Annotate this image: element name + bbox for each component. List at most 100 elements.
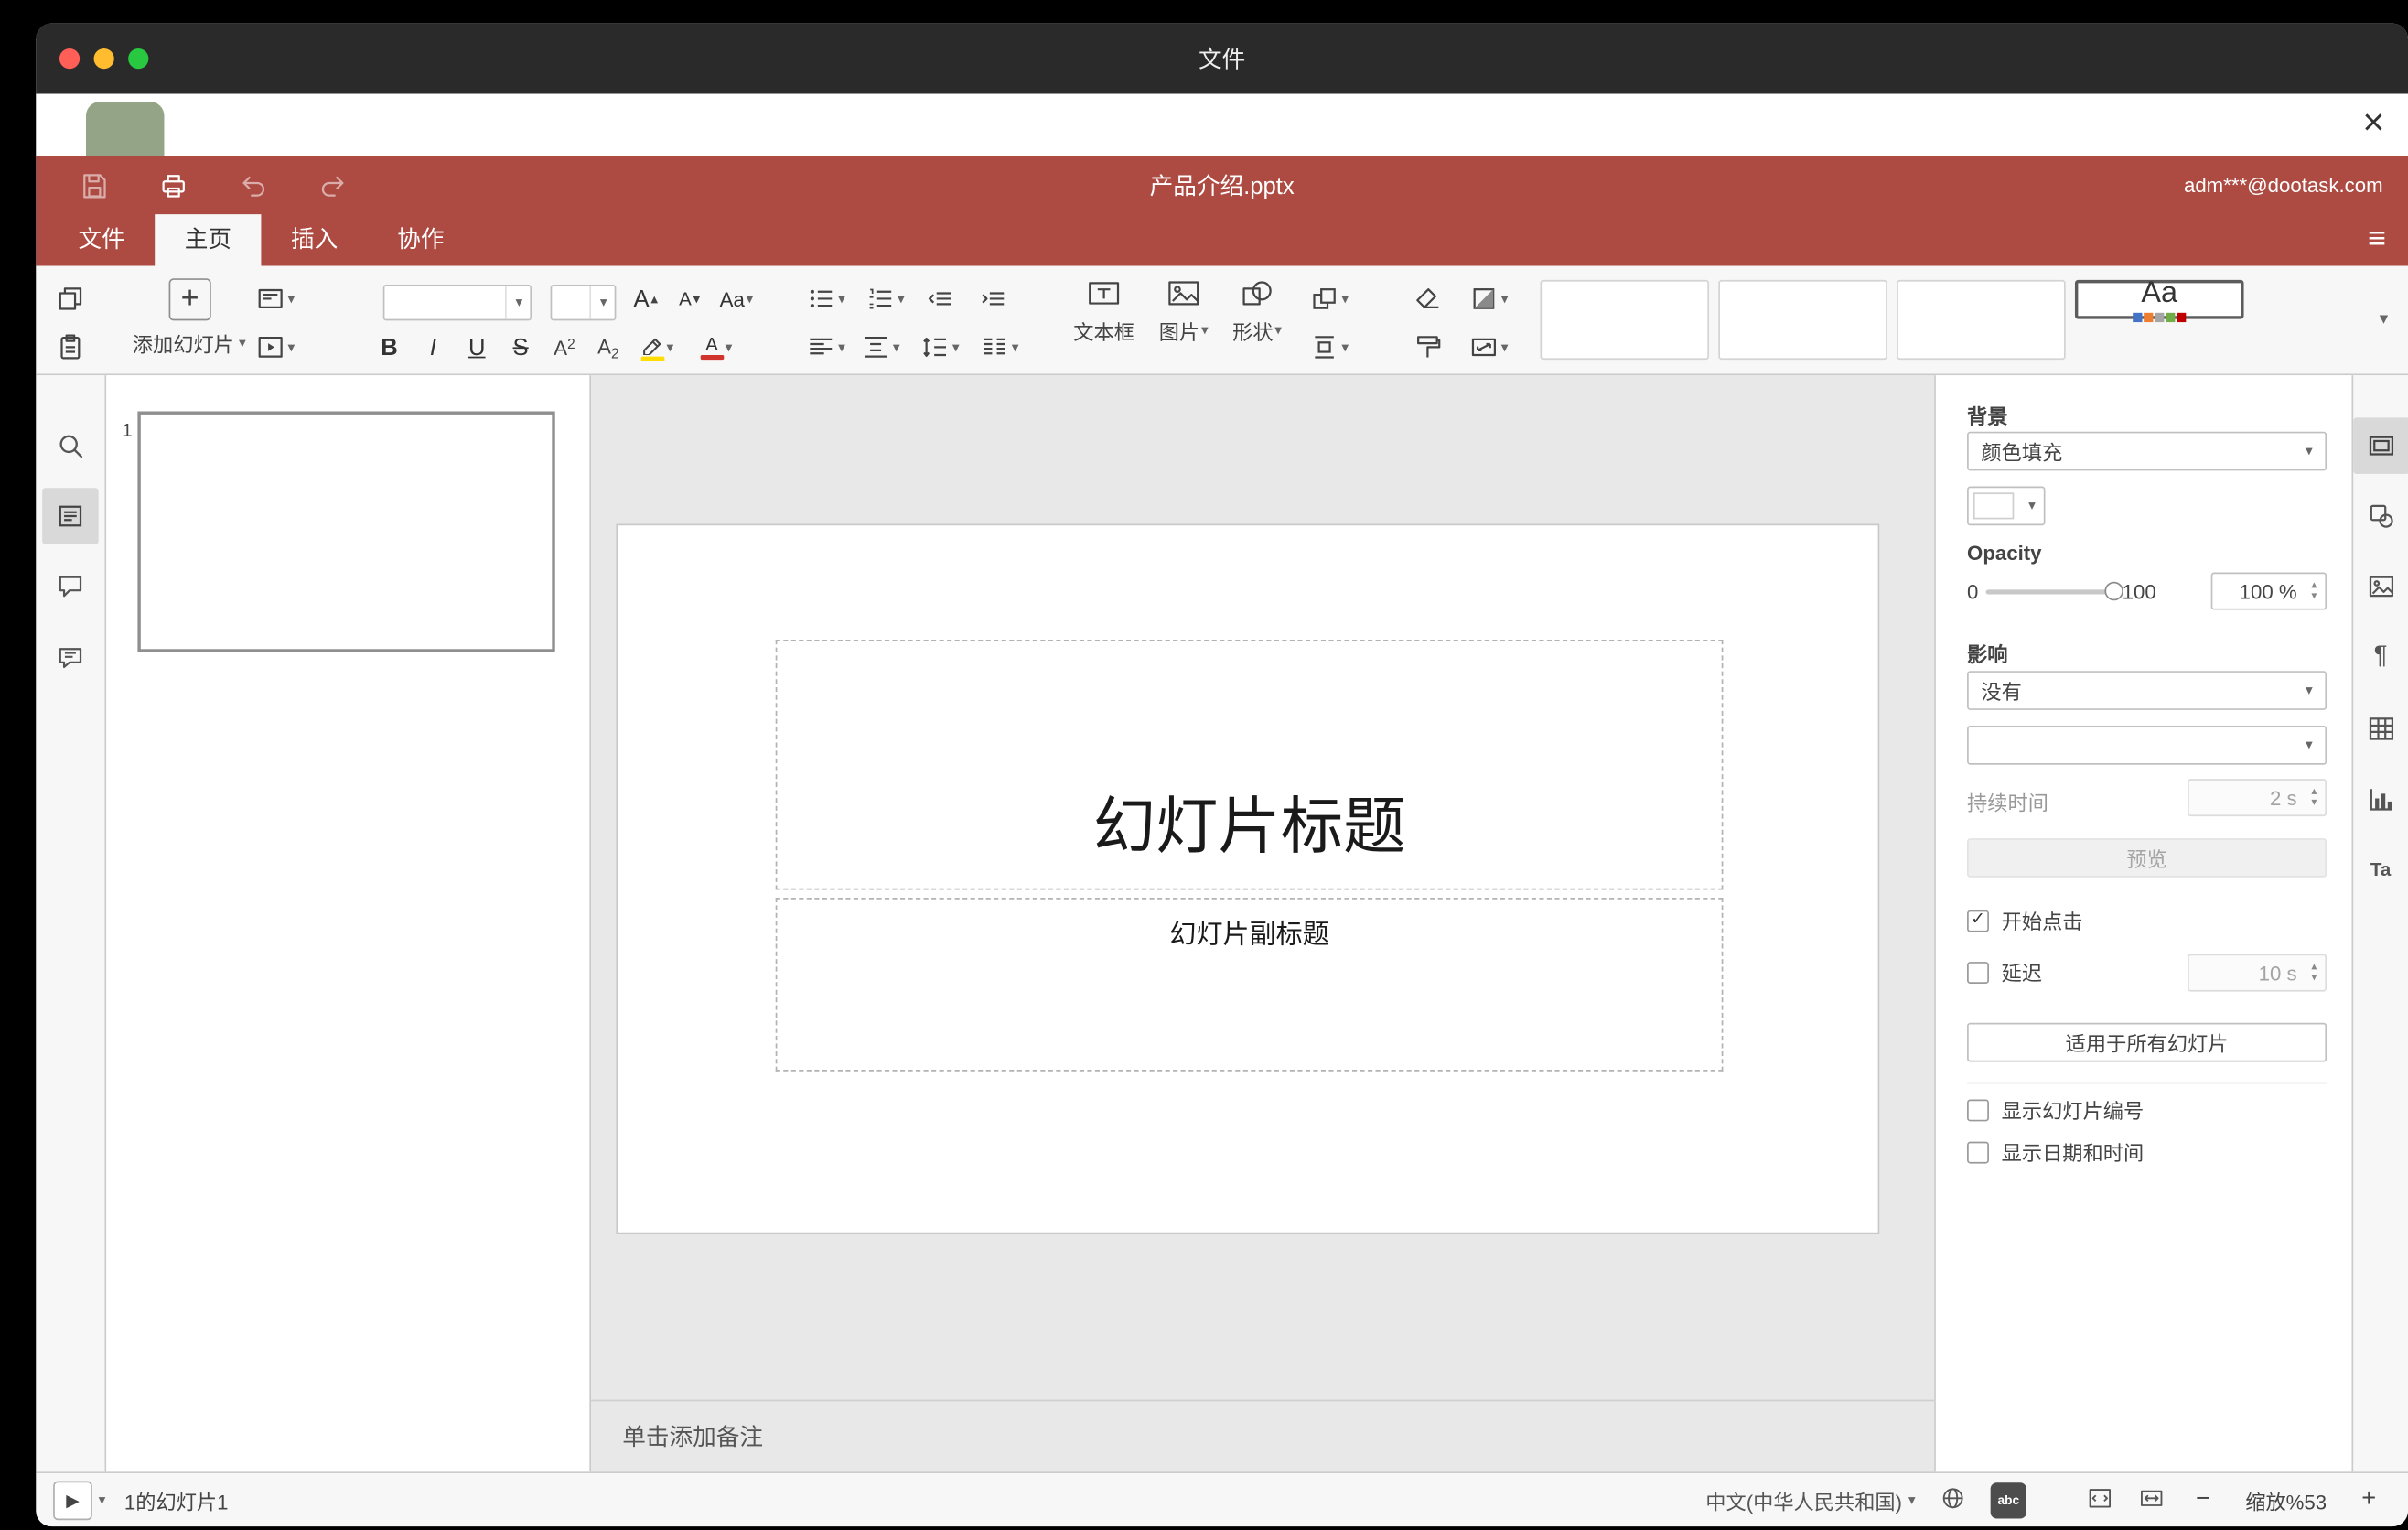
title-placeholder[interactable]: 幻灯片标题 <box>775 640 1724 890</box>
align-shape-icon[interactable]: ▾ <box>1309 329 1349 366</box>
strikeout-button[interactable]: S <box>502 329 540 366</box>
opacity-slider[interactable] <box>1985 580 2124 600</box>
zoom-out-button[interactable]: − <box>2189 1486 2218 1514</box>
duration-input[interactable]: 2 s ▴ ▾ <box>2188 779 2327 817</box>
change-case-icon[interactable]: Aa ▾ <box>717 280 755 318</box>
apply-to-all-button[interactable]: 适用于所有幻灯片 <box>1967 1022 2327 1062</box>
fill-color-icon[interactable]: ▾ <box>1468 280 1508 318</box>
notes-area[interactable]: 单击添加备注 <box>591 1399 1935 1472</box>
zoom-in-button[interactable]: + <box>2355 1486 2383 1514</box>
clear-style-icon[interactable] <box>1409 280 1446 318</box>
preview-button[interactable]: 预览 <box>1967 838 2327 878</box>
copy-style-icon[interactable] <box>1409 329 1446 366</box>
shape-settings-icon[interactable] <box>2352 488 2408 544</box>
font-name-combobox[interactable]: ▾ <box>382 285 532 321</box>
start-slideshow-status-button[interactable]: ▶ <box>53 1480 92 1520</box>
show-slide-number-row: 显示幻灯片编号 <box>1967 1096 2327 1123</box>
slide-layout-icon[interactable]: ▾ <box>255 280 295 318</box>
comments-icon[interactable] <box>42 558 99 615</box>
subtitle-placeholder[interactable]: 幻灯片副标题 <box>775 898 1724 1072</box>
hamburger-menu-icon[interactable]: ≡ <box>2368 214 2386 265</box>
bullets-icon[interactable]: ▾ <box>805 280 845 318</box>
delay-checkbox[interactable] <box>1967 961 1989 984</box>
copy-icon[interactable] <box>51 280 89 318</box>
highlight-color-icon[interactable]: ▾ <box>638 329 675 366</box>
chevron-down-icon[interactable]: ▾ <box>99 1492 106 1506</box>
background-fill-select[interactable]: 颜色填充 ▾ <box>1967 431 2327 471</box>
show-slide-number-checkbox[interactable] <box>1967 1098 1989 1121</box>
font-color-icon[interactable]: A ▾ <box>697 329 735 366</box>
underline-button[interactable]: U <box>458 329 496 366</box>
chat-icon[interactable] <box>42 630 99 687</box>
slide-thumbnail[interactable] <box>137 411 555 652</box>
start-on-click-checkbox[interactable]: ✓ <box>1967 909 1989 932</box>
slide-settings-icon[interactable] <box>2352 417 2408 474</box>
spellcheck-icon[interactable]: abc <box>1990 1482 2026 1518</box>
paragraph-settings-icon[interactable]: ¶ <box>2352 629 2408 685</box>
italic-button[interactable]: I <box>414 329 452 366</box>
slide-size-icon[interactable]: ▾ <box>1468 329 1508 366</box>
delay-input[interactable]: 10 s ▴ ▾ <box>2188 954 2327 992</box>
numbering-icon[interactable]: ▾ <box>865 280 905 318</box>
text-art-settings-icon[interactable]: Ta <box>2352 841 2408 898</box>
gallery-expand-icon[interactable]: ▾ <box>2364 300 2402 338</box>
superscript-button[interactable]: A2 <box>545 329 583 366</box>
increase-font-icon[interactable]: A ▴ <box>627 280 664 318</box>
image-settings-icon[interactable] <box>2352 558 2408 615</box>
editor-header: 产品介绍.pptx adm***@dootask.com 文件 主页 插入 协作… <box>36 156 2408 266</box>
spinner-icon: ▴ ▾ <box>2311 786 2317 809</box>
canvas-area[interactable]: 幻灯片标题 幻灯片副标题 <box>591 375 1934 1399</box>
theme-slide-blank-1[interactable] <box>1540 279 1710 361</box>
subscript-button[interactable]: A2 <box>589 329 627 366</box>
close-icon[interactable]: × <box>2351 102 2395 145</box>
insert-shape-button[interactable]: 形状 ▾ <box>1221 275 1294 346</box>
right-sidebar: ¶ Ta <box>2351 375 2408 1472</box>
theme-slide-blank-2[interactable] <box>1718 279 1887 361</box>
opacity-value-input[interactable]: 100 % ▴ ▾ <box>2210 572 2327 610</box>
paste-icon[interactable] <box>51 329 89 366</box>
theme-slide-selected[interactable]: Aa <box>2074 277 2244 322</box>
chevron-down-icon: ▾ <box>1908 1491 1916 1507</box>
columns-icon[interactable]: ▾ <box>979 329 1019 366</box>
fit-slide-icon[interactable] <box>2086 1483 2114 1516</box>
image-icon <box>1168 281 1199 306</box>
opacity-min-label: 0 <box>1967 579 1979 603</box>
add-slide-button[interactable]: 添加幻灯片 ▾ <box>111 329 267 358</box>
slides-panel-icon[interactable] <box>42 488 99 544</box>
search-icon[interactable] <box>42 417 99 474</box>
spinner-icon[interactable]: ▴ ▾ <box>2303 580 2325 602</box>
slide-number-label: 1 <box>122 419 133 441</box>
editor-canvas: 幻灯片标题 幻灯片副标题 单击添加备注 <box>591 375 1935 1472</box>
app-window: 文件 × 产品介绍.pptx adm***@dootask.com 文件 主页 … <box>36 23 2408 1527</box>
fit-width-icon[interactable] <box>2137 1483 2166 1516</box>
tab-file[interactable]: 文件 <box>48 214 155 265</box>
tab-insert[interactable]: 插入 <box>261 214 367 265</box>
chart-settings-icon[interactable] <box>2352 771 2408 828</box>
theme-slide-blank-3[interactable] <box>1897 279 2066 361</box>
insert-image-button[interactable]: 图片 ▾ <box>1147 275 1220 346</box>
insert-textbox-button[interactable]: 文本框 <box>1068 275 1140 346</box>
decrease-font-icon[interactable]: A ▾ <box>671 280 708 318</box>
align-icon[interactable]: ▾ <box>805 329 845 366</box>
vertical-align-icon[interactable]: ▾ <box>860 329 900 366</box>
table-settings-icon[interactable] <box>2352 701 2408 758</box>
font-size-combobox[interactable]: ▾ <box>550 285 617 321</box>
slide-surface[interactable]: 幻灯片标题 幻灯片副标题 <box>616 523 1880 1234</box>
increase-indent-icon[interactable] <box>974 280 1012 318</box>
effect-select[interactable]: 没有 ▾ <box>1967 671 2327 710</box>
bold-button[interactable]: B <box>371 329 408 366</box>
tab-collaboration[interactable]: 协作 <box>368 214 474 265</box>
effect-variant-select[interactable]: ▾ <box>1967 726 2327 765</box>
line-spacing-icon[interactable]: ▾ <box>919 329 960 366</box>
start-slideshow-icon[interactable]: ▾ <box>255 329 295 366</box>
background-color-swatch[interactable]: ▾ <box>1967 486 2046 526</box>
opacity-slider-knob[interactable] <box>2104 580 2124 600</box>
left-sidebar <box>36 375 107 1472</box>
show-date-time-checkbox[interactable] <box>1967 1140 1989 1163</box>
decrease-indent-icon[interactable] <box>921 280 959 318</box>
tab-home[interactable]: 主页 <box>155 214 262 266</box>
globe-icon[interactable] <box>1939 1483 1967 1516</box>
arrange-shape-icon[interactable]: ▾ <box>1309 280 1349 318</box>
language-selector[interactable]: 中文(中华人民共和国) ▾ <box>1705 1485 1915 1514</box>
add-slide-icon[interactable]: + <box>168 278 211 321</box>
